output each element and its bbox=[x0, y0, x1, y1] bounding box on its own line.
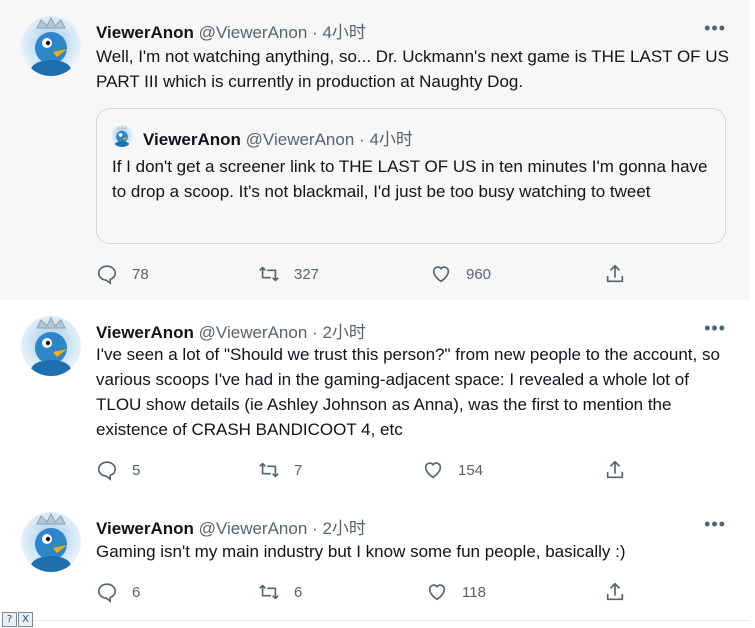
user-handle[interactable]: @ViewerAnon bbox=[199, 23, 308, 42]
heart-icon bbox=[432, 266, 450, 283]
quoted-tweet[interactable]: ViewerAnon @ViewerAnon · 4小时 If I don't … bbox=[96, 108, 726, 244]
reply-count: 78 bbox=[132, 265, 149, 283]
quoted-tweet-text: If I don't get a screener link to THE LA… bbox=[112, 157, 708, 201]
avatar-image bbox=[31, 316, 71, 376]
tweet[interactable]: ViewerAnon @ViewerAnon · 2小时 ••• Gaming … bbox=[0, 498, 750, 621]
tweet-actions: 5 7 154 bbox=[96, 458, 636, 482]
tweet[interactable]: ViewerAnon @ViewerAnon · 2小时 ••• I've se… bbox=[0, 300, 750, 498]
quoted-tweet-header: ViewerAnon @ViewerAnon · 4小时 bbox=[143, 125, 413, 150]
avatar[interactable] bbox=[21, 512, 81, 572]
retweet-button[interactable]: 6 bbox=[258, 580, 302, 604]
display-name[interactable]: ViewerAnon bbox=[96, 23, 194, 42]
share-button[interactable] bbox=[604, 262, 626, 286]
reply-button[interactable]: 5 bbox=[96, 458, 140, 482]
timestamp: 4小时 bbox=[369, 130, 413, 149]
separator-dot: · bbox=[312, 23, 318, 42]
more-icon[interactable]: ••• bbox=[704, 18, 726, 39]
like-count: 118 bbox=[462, 583, 486, 601]
reply-icon bbox=[97, 461, 117, 481]
user-handle[interactable]: @ViewerAnon bbox=[199, 323, 308, 342]
avatar[interactable] bbox=[21, 16, 81, 76]
tweet-text: Gaming isn't my main industry but I know… bbox=[96, 542, 626, 561]
separator-dot: · bbox=[359, 130, 365, 149]
timestamp[interactable]: 2小时 bbox=[322, 519, 365, 538]
share-icon bbox=[606, 582, 624, 601]
display-name[interactable]: ViewerAnon bbox=[96, 323, 194, 342]
share-icon bbox=[606, 460, 624, 479]
like-count: 960 bbox=[466, 265, 492, 283]
separator-dot: · bbox=[312, 323, 318, 342]
corner-widget: ? X bbox=[2, 612, 33, 627]
share-button[interactable] bbox=[604, 458, 626, 482]
more-icon[interactable]: ••• bbox=[704, 514, 726, 535]
tweet-header: ViewerAnon @ViewerAnon · 2小时 bbox=[96, 514, 366, 539]
reply-button[interactable]: 78 bbox=[96, 262, 149, 286]
user-handle: @ViewerAnon bbox=[245, 130, 355, 149]
tweet-actions: 78 327 960 bbox=[96, 262, 636, 286]
retweet-icon bbox=[259, 584, 279, 600]
like-button[interactable]: 118 bbox=[426, 580, 486, 604]
tweet-text: I've seen a lot of "Should we trust this… bbox=[96, 345, 720, 439]
tweet-text: Well, I'm not watching anything, so... D… bbox=[96, 47, 729, 91]
user-handle[interactable]: @ViewerAnon bbox=[199, 519, 308, 538]
tweet-header: ViewerAnon @ViewerAnon · 4小时 bbox=[96, 18, 366, 43]
reply-icon bbox=[97, 265, 117, 285]
avatar[interactable] bbox=[21, 316, 81, 376]
retweet-count: 6 bbox=[294, 583, 303, 601]
retweet-icon bbox=[259, 266, 279, 282]
display-name: ViewerAnon bbox=[143, 130, 241, 149]
more-icon[interactable]: ••• bbox=[704, 318, 726, 339]
avatar bbox=[111, 125, 133, 147]
display-name[interactable]: ViewerAnon bbox=[96, 519, 194, 538]
heart-icon bbox=[424, 462, 442, 479]
retweet-icon bbox=[259, 462, 279, 478]
tweet-actions: 6 6 118 bbox=[96, 580, 636, 604]
share-icon bbox=[606, 264, 624, 283]
like-button[interactable]: 154 bbox=[422, 458, 483, 482]
retweet-count: 7 bbox=[294, 461, 303, 479]
heart-icon bbox=[428, 584, 446, 601]
reply-count: 5 bbox=[132, 461, 141, 479]
reply-icon bbox=[97, 583, 117, 603]
separator-dot: · bbox=[312, 519, 318, 538]
share-button[interactable] bbox=[604, 580, 626, 604]
avatar-image bbox=[114, 125, 130, 147]
avatar-image bbox=[31, 16, 71, 76]
retweet-button[interactable]: 7 bbox=[258, 458, 302, 482]
help-button[interactable]: ? bbox=[2, 612, 17, 627]
avatar-image bbox=[31, 512, 71, 572]
retweet-count: 327 bbox=[294, 265, 320, 283]
timestamp[interactable]: 2小时 bbox=[322, 323, 365, 342]
like-count: 154 bbox=[458, 461, 484, 479]
timestamp[interactable]: 4小时 bbox=[322, 23, 365, 42]
tweet[interactable]: ViewerAnon @ViewerAnon · 4小时 ••• Well, I… bbox=[0, 0, 750, 300]
close-button[interactable]: X bbox=[18, 612, 33, 627]
reply-button[interactable]: 6 bbox=[96, 580, 140, 604]
retweet-button[interactable]: 327 bbox=[258, 262, 319, 286]
reply-count: 6 bbox=[132, 583, 141, 601]
tweet-header: ViewerAnon @ViewerAnon · 2小时 bbox=[96, 318, 366, 343]
like-button[interactable]: 960 bbox=[430, 262, 491, 286]
